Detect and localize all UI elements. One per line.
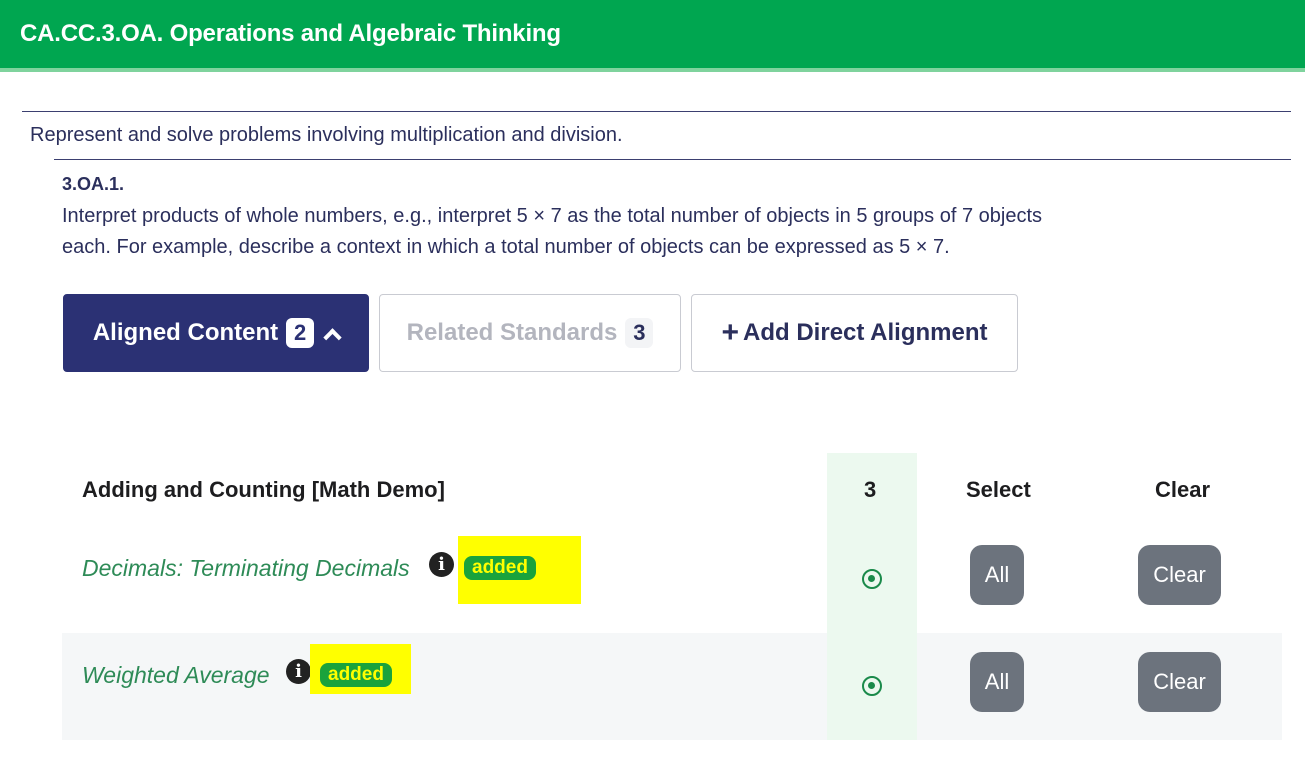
plus-icon: + bbox=[721, 316, 740, 349]
divider bbox=[54, 159, 1291, 160]
chevron-up-icon bbox=[323, 327, 342, 347]
standard-code: 3.OA.1. bbox=[62, 174, 125, 194]
clear-button[interactable]: Clear bbox=[1138, 545, 1221, 605]
related-count-badge: 3 bbox=[625, 318, 654, 348]
added-badge: added bbox=[464, 556, 536, 580]
cluster-description: Represent and solve problems involving m… bbox=[30, 124, 623, 146]
aligned-content-label: Aligned Content bbox=[92, 319, 279, 346]
select-all-button[interactable]: All bbox=[970, 652, 1024, 712]
add-direct-alignment-button[interactable]: + Add Direct Alignment bbox=[691, 294, 1018, 372]
aligned-content-table: Adding and Counting [Math Demo] 3 Select… bbox=[62, 453, 1282, 740]
related-standards-tab[interactable]: Related Standards 3 bbox=[379, 294, 681, 372]
add-direct-alignment-label: Add Direct Alignment bbox=[743, 319, 988, 346]
page-title: CA.CC.3.OA. Operations and Algebraic Thi… bbox=[20, 20, 561, 47]
select-all-button[interactable]: All bbox=[970, 545, 1024, 605]
table-header-count: 3 bbox=[864, 477, 877, 502]
radio-selected-icon[interactable] bbox=[862, 569, 882, 589]
divider bbox=[22, 111, 1291, 112]
info-icon[interactable]: i bbox=[429, 552, 454, 577]
radio-selected-icon[interactable] bbox=[862, 676, 882, 696]
table-header-name: Adding and Counting [Math Demo] bbox=[82, 477, 445, 502]
related-standards-label: Related Standards bbox=[406, 319, 618, 346]
clear-button[interactable]: Clear bbox=[1138, 652, 1221, 712]
header-bar: CA.CC.3.OA. Operations and Algebraic Thi… bbox=[0, 0, 1305, 72]
content-link-terminating-decimals[interactable]: Decimals: Terminating Decimals bbox=[82, 555, 410, 582]
standard-description: Interpret products of whole numbers, e.g… bbox=[62, 205, 1042, 258]
table-header-clear: Clear bbox=[1155, 477, 1211, 502]
content-link-weighted-average[interactable]: Weighted Average bbox=[82, 662, 270, 689]
aligned-count-badge: 2 bbox=[286, 318, 315, 348]
aligned-content-tab[interactable]: Aligned Content 2 bbox=[63, 294, 369, 372]
table-header-select: Select bbox=[966, 477, 1031, 502]
info-icon[interactable]: i bbox=[286, 659, 311, 684]
added-badge: added bbox=[320, 663, 392, 687]
page: CA.CC.3.OA. Operations and Algebraic Thi… bbox=[0, 0, 1305, 783]
